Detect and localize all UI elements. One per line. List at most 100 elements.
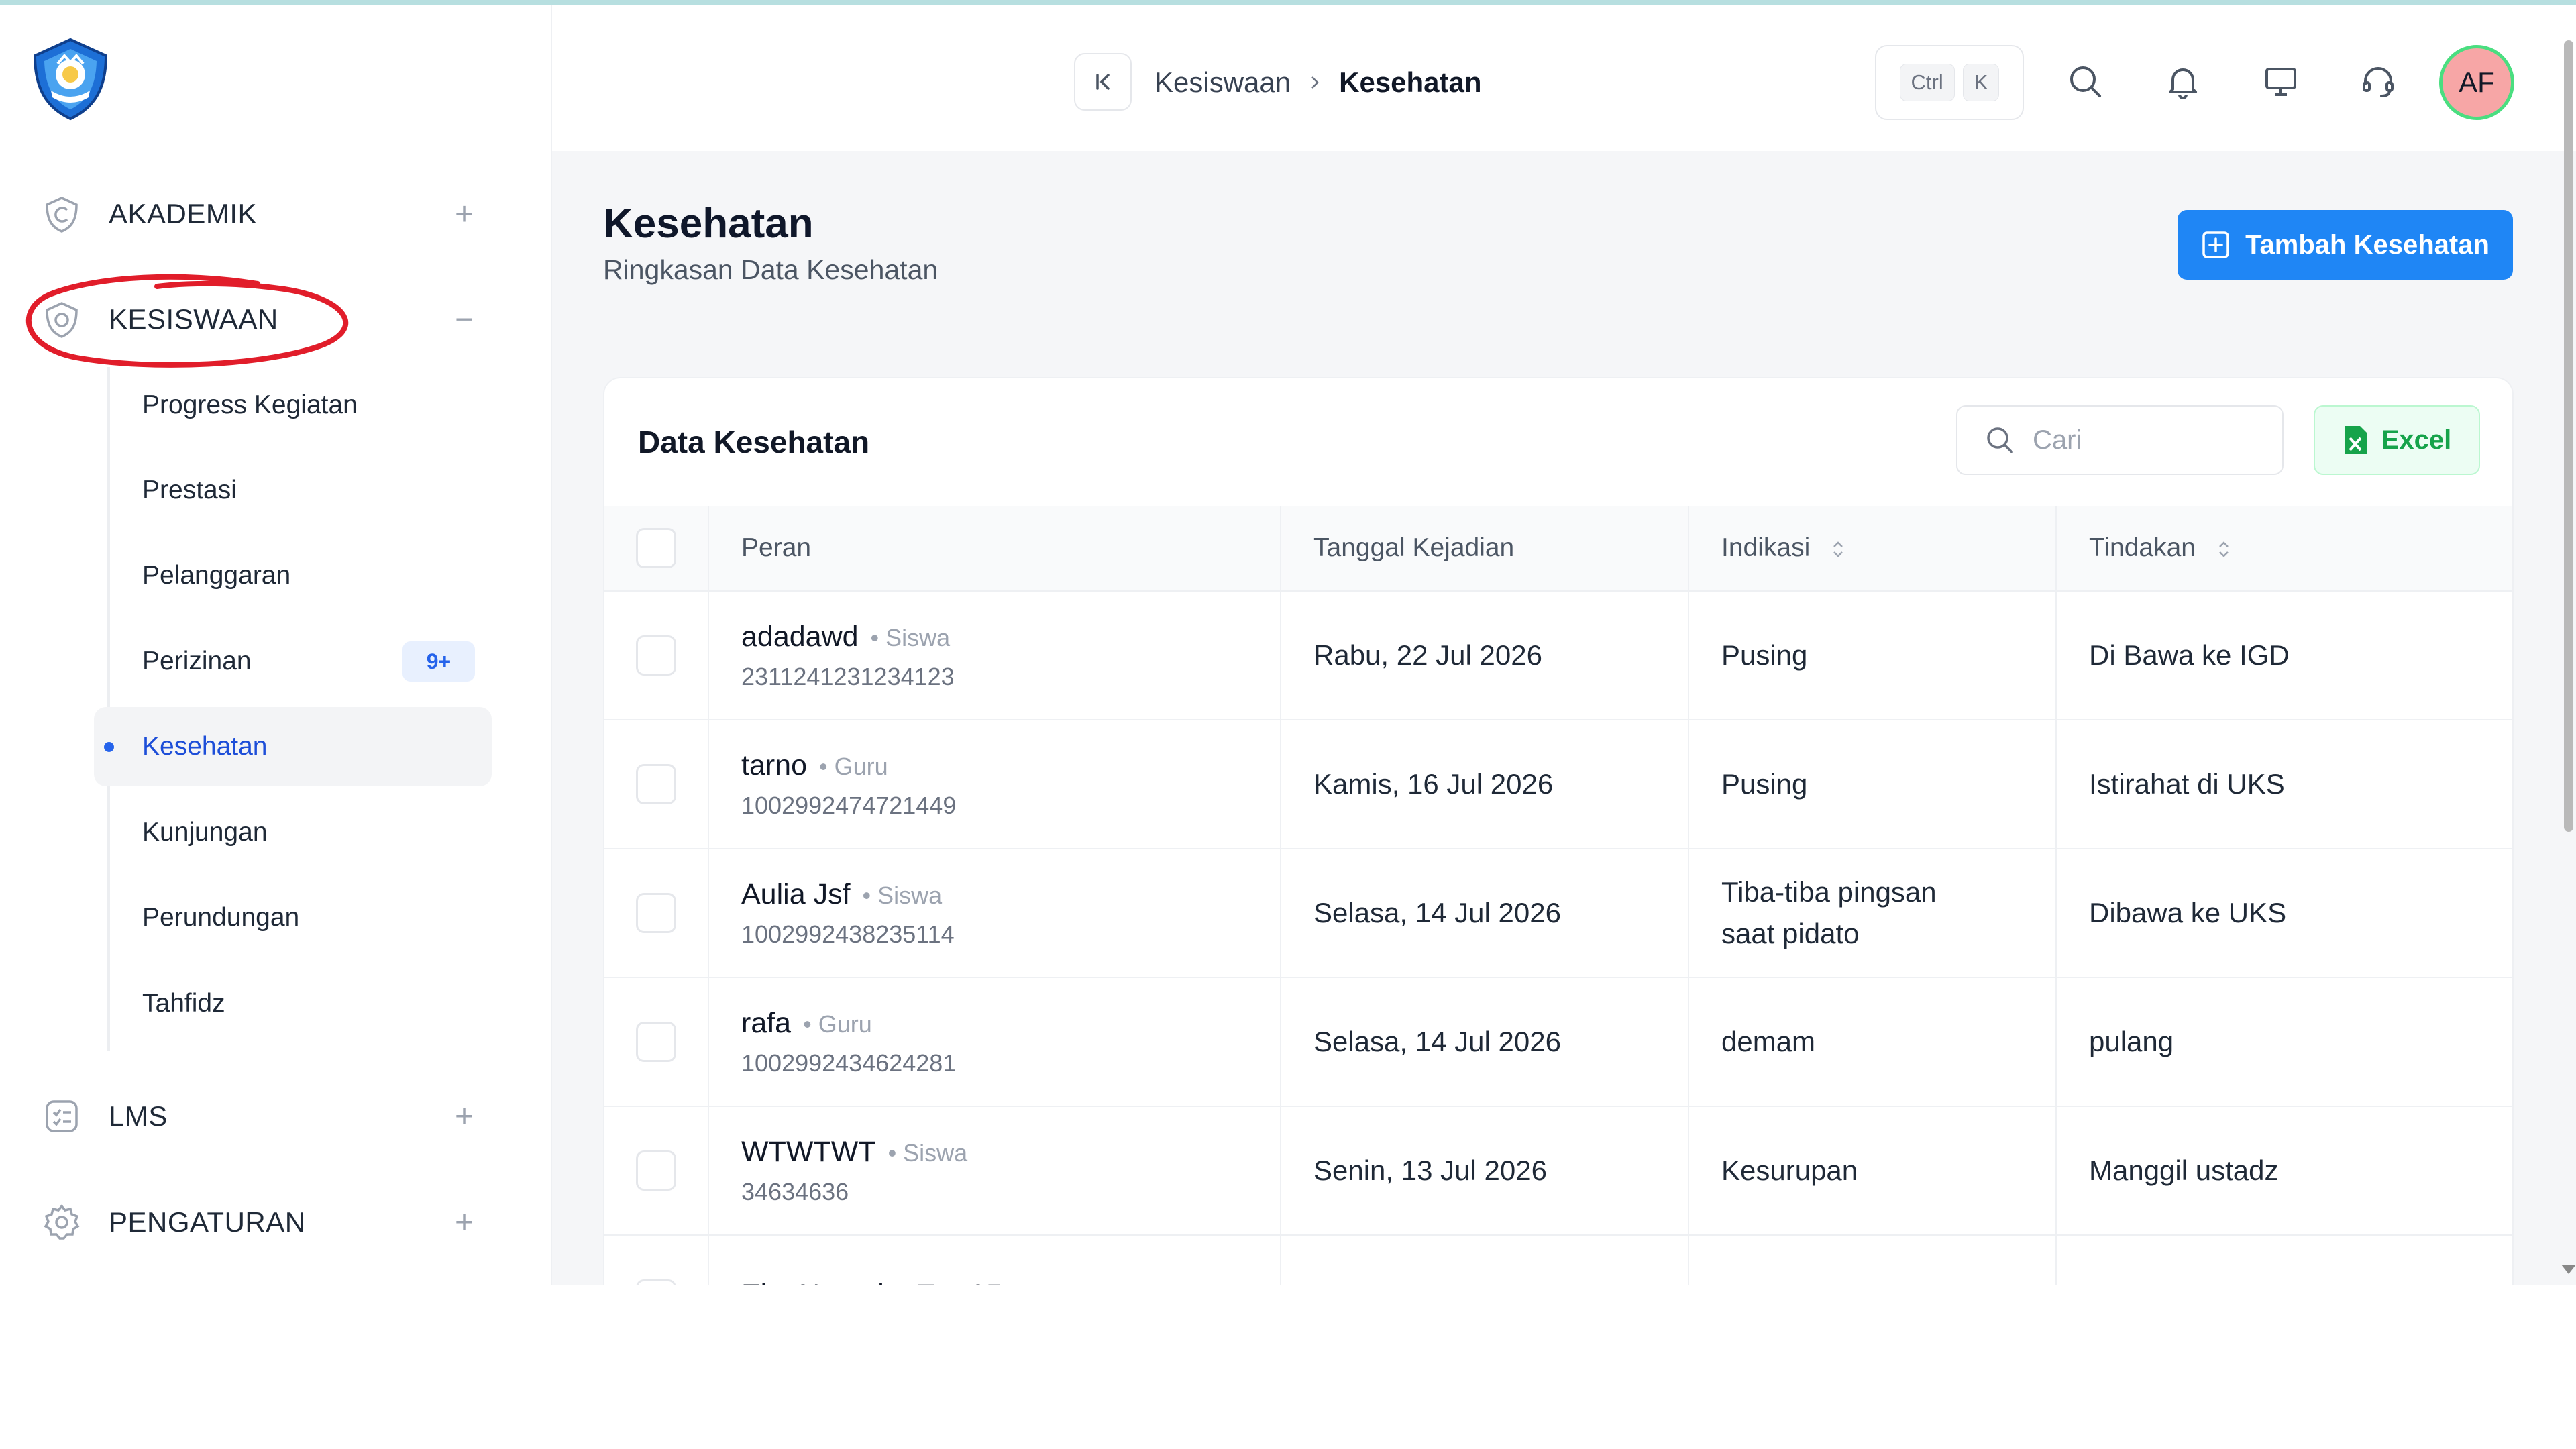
command-palette-shortcut[interactable]: Ctrl K [1875,45,2024,120]
sidebar-item-perundungan[interactable]: Perundungan [94,878,492,957]
monitor-icon[interactable] [2257,58,2304,105]
table-row[interactable]: WTWTWT • Siswa 34634636 Senin, 13 Jul 202… [604,1106,2512,1236]
row-checkbox[interactable] [636,1022,676,1062]
peran-cell: WTWTWT • Siswa 34634636 [708,1106,1281,1236]
vertical-scrollbar[interactable] [2564,40,2573,832]
sidebar-item-pelanggaran[interactable]: Pelanggaran [94,536,492,615]
row-checkbox[interactable] [636,764,676,804]
nav-group-label: KESISWAAN [109,303,278,335]
person-name: tarno [741,749,808,782]
sidebar-item-label: Prestasi [142,476,237,504]
person-id: 1002992438235114 [741,920,955,948]
column-header-peran: Peran [708,506,1281,592]
indikasi-cell: Kesurupan [1688,1106,2057,1236]
kbd-ctrl: Ctrl [1899,64,1955,101]
academic-icon [40,193,83,235]
breadcrumb-parent[interactable]: Kesiswaan [1155,66,1291,99]
person-role: • Siswa [888,1138,968,1167]
sidebar-item-progress-kegiatan[interactable]: Progress Kegiatan [94,366,492,445]
date-cell: Selasa, 14 Jul 2026 [1281,849,1689,978]
person-role: • Guru [819,752,888,780]
sort-icon[interactable] [2216,539,2231,559]
sidebar-item-prestasi[interactable]: Prestasi [94,451,492,530]
expand-icon[interactable]: + [445,1097,483,1135]
app-window: AKADEMIK + KESISWAAN − Progress Kegiatan… [0,5,2576,1285]
sidebar-item-perizinan[interactable]: Perizinan 9+ [94,622,492,701]
indikasi-cell: demam [1688,977,2057,1107]
bell-icon[interactable] [2159,58,2206,105]
tindakan-cell: Dibawa ke UKS [2056,1235,2512,1285]
export-excel-button[interactable]: Excel [2314,405,2480,475]
row-checkbox[interactable] [636,1150,676,1191]
tindakan-cell: Istirahat di UKS [2056,720,2512,849]
sidebar-item-tahfidz[interactable]: Tahfidz [94,964,492,1043]
column-header-indikasi[interactable]: Indikasi [1688,506,2057,592]
kbd-k: K [1962,64,2000,101]
person-id: 2311241231234123 [741,662,955,690]
top-accent-line [0,0,2576,5]
data-card: Data Kesehatan Excel [603,377,2514,1285]
expand-icon[interactable]: + [445,1203,483,1241]
column-header-label: Indikasi [1721,533,1811,562]
select-all-checkbox[interactable] [636,528,676,568]
sidebar-item-kesehatan[interactable]: Kesehatan [94,707,492,786]
person-name: Eka Nugroho Test05 [741,1279,1002,1285]
nav-group-lms[interactable]: LMS + [40,1083,483,1150]
indikasi-cell: Pusing [1688,591,2057,720]
person-id: 1002992434624281 [741,1049,957,1077]
nav-group-kesiswaan[interactable]: KESISWAAN − [40,286,483,353]
nav-group-label: LMS [109,1100,168,1132]
search-icon[interactable] [2062,58,2109,105]
table-row[interactable]: rafa • Guru 1002992434624281 Selasa, 14 J… [604,977,2512,1107]
headset-support-icon[interactable] [2355,58,2402,105]
tindakan-cell: Manggil ustadz [2056,1106,2512,1236]
sidebar: AKADEMIK + KESISWAAN − Progress Kegiatan… [0,5,552,1285]
table-row[interactable]: Aulia Jsf • Siswa 1002992438235114 Selasa… [604,849,2512,978]
row-checkbox[interactable] [636,1279,676,1285]
collapse-icon[interactable]: − [445,301,483,338]
nav-group-pengaturan[interactable]: PENGATURAN + [40,1189,483,1256]
sidebar-item-label: Perizinan [142,647,252,676]
sidebar-item-label: Kunjungan [142,818,268,847]
notification-badge: 9+ [402,641,475,682]
page-subtitle: Ringkasan Data Kesehatan [603,254,938,285]
add-health-record-button[interactable]: Tambah Kesehatan [2178,210,2513,280]
tindakan-cell: Dibawa ke UKS [2056,849,2512,978]
row-select-cell [604,977,709,1107]
sidebar-item-label: Perundungan [142,903,300,932]
row-checkbox[interactable] [636,893,676,933]
date-cell: Rabu, 22 Jul 2026 [1281,591,1689,720]
collapse-sidebar-button[interactable] [1074,53,1132,111]
person-role: • Siswa [862,881,943,909]
row-select-cell [604,591,709,720]
indikasi-cell: Tiba-tiba pingsan saat pidato [1688,849,2057,978]
spreadsheet-icon [2345,426,2367,454]
scroll-down-arrow-icon[interactable] [2561,1265,2576,1274]
row-select-cell [604,1235,709,1285]
user-avatar[interactable]: AF [2439,45,2514,120]
peran-cell: tarno • Guru 1002992474721449 [708,720,1281,849]
expand-icon[interactable]: + [445,195,483,233]
nav-group-akademik[interactable]: AKADEMIK + [40,180,483,248]
row-select-cell [604,849,709,978]
nav-group-label: PENGATURAN [109,1206,306,1238]
sidebar-item-kunjungan[interactable]: Kunjungan [94,793,492,872]
table-row[interactable]: adadawd • Siswa 2311241231234123 Rabu, 22… [604,591,2512,720]
row-select-cell [604,1106,709,1236]
search-box[interactable] [1956,405,2284,475]
gear-icon [40,1201,83,1244]
date-cell: Selasa, 14 Jul 2026 [1281,977,1689,1107]
column-header-tindakan[interactable]: Tindakan [2056,506,2512,592]
table-row[interactable]: tarno • Guru 1002992474721449 Kamis, 16 J… [604,720,2512,849]
school-logo[interactable] [27,36,114,123]
search-input[interactable] [2033,425,2274,455]
select-all-cell [604,506,709,592]
person-name: Aulia Jsf [741,877,851,910]
person-id: 1002992474721449 [741,791,957,819]
tindakan-cell: Di Bawa ke IGD [2056,591,2512,720]
row-checkbox[interactable] [636,635,676,676]
sort-icon[interactable] [1831,539,1845,559]
peran-cell: rafa • Guru 1002992434624281 [708,977,1281,1107]
table-row[interactable]: Eka Nugroho Test05• Siswa Senin, 13 Jul … [604,1235,2512,1285]
excel-button-label: Excel [2381,425,2452,455]
